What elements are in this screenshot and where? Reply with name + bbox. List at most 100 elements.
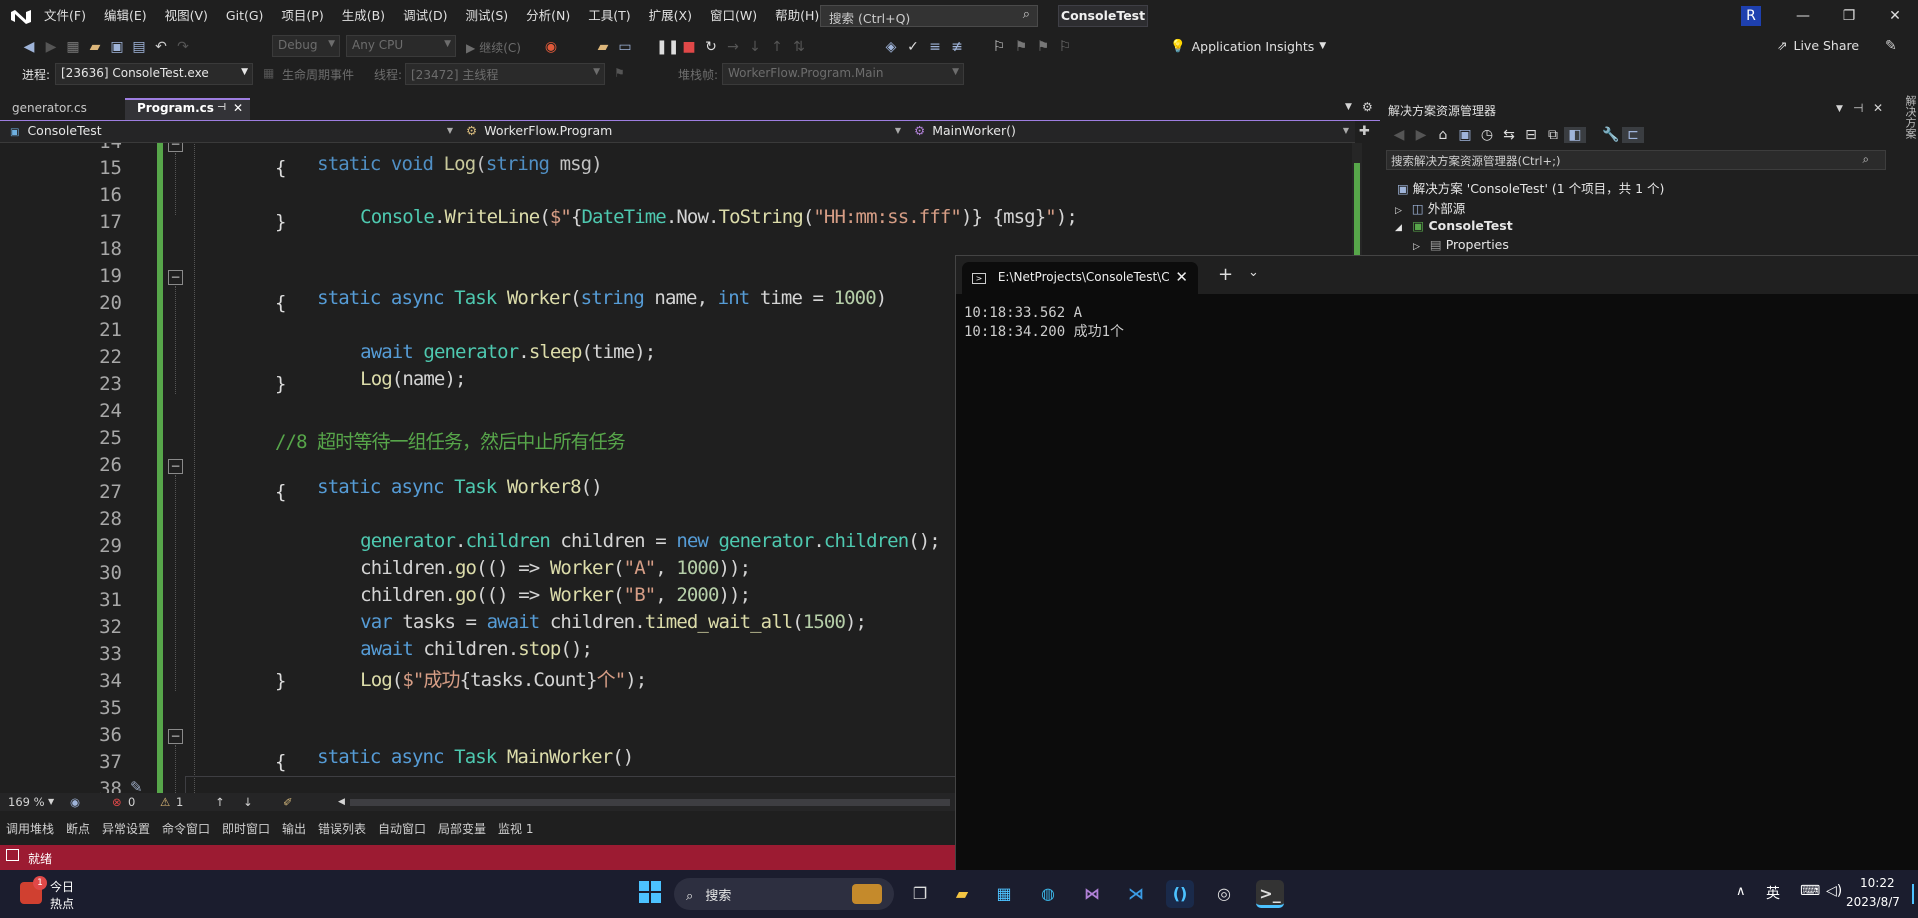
tab-overflow-icon[interactable]: ▼	[1345, 102, 1352, 112]
close-tab-icon[interactable]: ✕	[233, 101, 243, 115]
taskbar-search[interactable]: ⌕ 搜索	[674, 878, 894, 910]
start-icon[interactable]	[636, 880, 664, 908]
collapse-icon[interactable]: −	[168, 143, 183, 152]
menu-analyze[interactable]: 分析(N)	[517, 0, 579, 32]
scroll-left-icon[interactable]: ◀	[338, 797, 345, 807]
solution-search-input[interactable]: 搜索解决方案资源管理器(Ctrl+;) ⌕	[1386, 150, 1886, 170]
store-icon[interactable]: ▦	[990, 880, 1018, 908]
minimize-button[interactable]: —	[1780, 0, 1826, 32]
feedback-icon[interactable]: ✎	[1885, 38, 1897, 54]
zoom-level[interactable]: 169 %	[8, 795, 45, 809]
menu-help[interactable]: 帮助(H)	[766, 0, 828, 32]
zoom-dropdown-icon[interactable]: ▼	[48, 797, 54, 806]
volume-icon[interactable]: ◁)	[1826, 883, 1842, 899]
menu-extensions[interactable]: 扩展(X)	[640, 0, 701, 32]
pin-icon[interactable]: ⊣	[217, 102, 226, 113]
vs-logo-icon[interactable]	[10, 7, 32, 25]
new-project-icon[interactable]: ▦	[62, 39, 84, 55]
menu-window[interactable]: 窗口(W)	[701, 0, 766, 32]
side-strip-tab[interactable]: 解决方案	[1895, 95, 1918, 215]
pending-changes-icon[interactable]: ◷	[1476, 127, 1498, 143]
tab-watch-1[interactable]: 监视 1	[498, 820, 533, 837]
chevron-down-icon[interactable]: ⌄	[1248, 265, 1259, 280]
folder-icon[interactable]: ▰	[592, 39, 614, 55]
flag-thread-icon[interactable]: ⚑	[614, 66, 625, 80]
save-icon[interactable]: ▣	[106, 39, 128, 55]
menu-build[interactable]: 生成(B)	[333, 0, 394, 32]
navigate-back-icon[interactable]: ◀	[18, 39, 40, 55]
menu-edit[interactable]: 编辑(E)	[95, 0, 156, 32]
weather-widget[interactable]: 1 今日 热点	[18, 876, 108, 912]
tab-exception-settings[interactable]: 异常设置	[102, 820, 150, 837]
menu-tools[interactable]: 工具(T)	[579, 0, 639, 32]
undo-icon[interactable]: ↶	[150, 39, 172, 55]
open-file-icon[interactable]: ▰	[84, 39, 106, 55]
terminal-window[interactable]: > E:\NetProjects\ConsoleTest\C ✕ + ⌄ 10:…	[955, 255, 1918, 870]
member-select[interactable]: ⚙ MainWorker() ▼	[908, 123, 1353, 141]
sync-icon[interactable]: ⇆	[1498, 127, 1520, 143]
back-icon[interactable]: ◀	[1388, 127, 1410, 143]
collapse-icon[interactable]: −	[168, 270, 183, 285]
tab-output[interactable]: 输出	[282, 820, 306, 837]
class-select[interactable]: ⚙ WorkerFlow.Program ▼	[460, 123, 905, 141]
tab-autos[interactable]: 自动窗口	[378, 820, 426, 837]
continue-button[interactable]: ▶ 继续(C)	[466, 39, 521, 56]
scrollbar-thumb[interactable]	[1354, 163, 1360, 258]
properties-icon[interactable]: 🔧	[1600, 127, 1622, 143]
redo-icon[interactable]: ↷	[172, 39, 194, 55]
collapse-icon[interactable]: −	[168, 459, 183, 474]
new-tab-icon[interactable]: +	[1218, 264, 1233, 285]
layout-icon[interactable]: ▭	[614, 39, 636, 55]
close-tab-icon[interactable]: ✕	[1175, 268, 1188, 286]
vscode-icon[interactable]: ⋊	[1122, 880, 1150, 908]
thread-select[interactable]: [23472] 主线程 ▼	[405, 63, 605, 85]
hot-reload-icon[interactable]: ◉	[540, 39, 562, 55]
terminal-app-icon[interactable]: >_	[1256, 880, 1284, 908]
tree-solution[interactable]: ▣ 解决方案 'ConsoleTest' (1 个项目，共 1 个)	[1397, 178, 1664, 197]
lifecycle-events-label[interactable]: 生命周期事件	[282, 66, 354, 83]
global-search-input[interactable]: 搜索 (Ctrl+Q) ⌕	[820, 5, 1038, 27]
menu-project[interactable]: 项目(P)	[272, 0, 332, 32]
expanded-icon[interactable]: ◢	[1395, 223, 1402, 233]
pause-icon[interactable]: ❚❚	[656, 39, 679, 55]
expand-icon[interactable]: ▷	[1413, 242, 1420, 252]
breakpoint-icon[interactable]: ◈	[880, 39, 902, 55]
step-out-icon[interactable]: ↑	[766, 39, 788, 55]
language-icon[interactable]: ⌨	[1800, 883, 1820, 899]
expand-icon[interactable]: ▷	[1395, 206, 1402, 216]
next-issue-icon[interactable]: ↓	[243, 795, 253, 809]
menu-test[interactable]: 测试(S)	[456, 0, 517, 32]
dev-tool-icon[interactable]: ()	[1166, 880, 1194, 908]
tree-properties[interactable]: ▷ ▤ Properties	[1413, 237, 1509, 252]
clear-bookmarks-icon[interactable]: ⚐	[1054, 39, 1076, 55]
avatar[interactable]: R	[1741, 6, 1761, 26]
tab-call-stack[interactable]: 调用堆栈	[6, 820, 54, 837]
close-panel-icon[interactable]: ✕	[1873, 101, 1883, 115]
visual-studio-icon[interactable]: ⋈	[1078, 880, 1106, 908]
tree-external-sources[interactable]: ▷ ◫ 外部源	[1395, 198, 1465, 217]
horizontal-scrollbar[interactable]	[350, 799, 950, 806]
menu-git[interactable]: Git(G)	[217, 0, 273, 32]
copilot-icon[interactable]: ◉	[70, 795, 80, 809]
uncomment-icon[interactable]: ≢	[946, 39, 968, 55]
ime-indicator[interactable]: 英	[1766, 883, 1780, 903]
spell-check-icon[interactable]: ✓	[902, 39, 924, 55]
tree-project[interactable]: ◢ ▣ ConsoleTest	[1395, 218, 1513, 233]
collapse-icon[interactable]: −	[168, 729, 183, 744]
switch-views-icon[interactable]: ▣	[1454, 127, 1476, 143]
tab-error-list[interactable]: 错误列表	[318, 820, 366, 837]
warning-count[interactable]: 1	[176, 795, 183, 809]
code-cleanup-icon[interactable]: ✐	[283, 795, 293, 809]
prev-issue-icon[interactable]: ↑	[215, 795, 225, 809]
tab-settings-icon[interactable]: ⚙	[1362, 100, 1373, 114]
live-share-button[interactable]: ⇗ Live Share	[1777, 38, 1859, 53]
show-desktop-bar[interactable]	[1912, 884, 1914, 904]
edge-icon[interactable]: ◍	[1034, 880, 1062, 908]
collapse-all-icon[interactable]: ⊟	[1520, 127, 1542, 143]
wechat-icon[interactable]: ◎	[1210, 880, 1238, 908]
tab-generator-cs[interactable]: generator.cs	[0, 98, 99, 120]
comment-icon[interactable]: ≡	[924, 39, 946, 55]
menu-file[interactable]: 文件(F)	[35, 0, 95, 32]
project-select[interactable]: ▣ ConsoleTest ▼	[4, 123, 457, 141]
platform-select[interactable]: Any CPU ▼	[346, 35, 456, 57]
